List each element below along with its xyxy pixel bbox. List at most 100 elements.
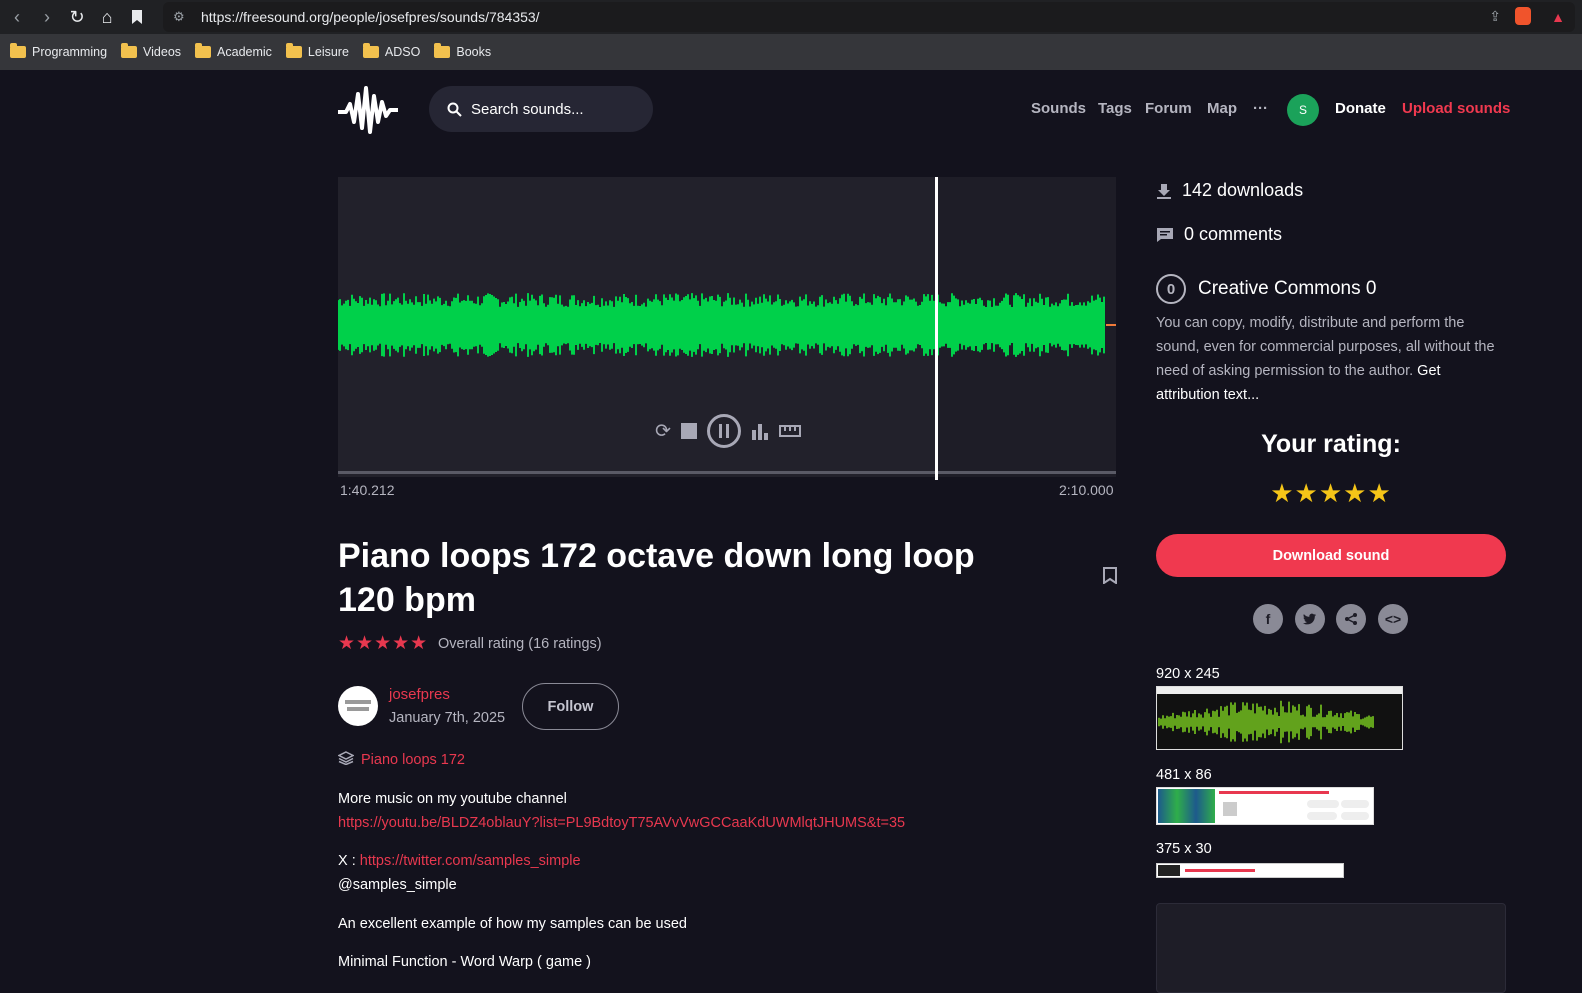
back-icon[interactable]: ‹ — [4, 4, 30, 30]
browser-toolbar: ‹ › ↻ ⌂ ⚙ https://freesound.org/people/j… — [0, 0, 1582, 34]
bookmark-sound-icon[interactable] — [1103, 567, 1117, 584]
youtube-link[interactable]: https://youtu.be/BLDZ4oblauY?list=PL9Bdt… — [338, 815, 905, 831]
folder-icon — [434, 43, 451, 58]
sidebar-panel — [1156, 903, 1506, 993]
site-info-icon[interactable]: ⚙ — [173, 9, 185, 25]
bookmark-folder[interactable]: Books — [434, 43, 491, 59]
folder-icon — [362, 43, 379, 58]
search-icon — [447, 102, 462, 117]
download-icon — [1157, 183, 1171, 199]
overall-rating-text: Overall rating (16 ratings) — [438, 636, 602, 652]
sound-title: Piano loops 172 octave down long loop 12… — [338, 537, 975, 619]
playhead[interactable] — [935, 177, 938, 480]
spectrogram-icon[interactable] — [751, 422, 769, 440]
description-line: Minimal Function - Word Warp ( game ) — [338, 954, 592, 970]
upload-sounds-link[interactable]: Upload sounds — [1402, 100, 1510, 117]
license-title: Creative Commons 0 — [1198, 278, 1377, 299]
url-bar[interactable]: ⚙ https://freesound.org/people/josefpres… — [163, 2, 1575, 32]
nav-sounds[interactable]: Sounds — [1031, 100, 1086, 117]
current-time: 1:40.212 — [340, 482, 395, 498]
description-line: An excellent example of how my samples c… — [338, 916, 687, 932]
your-rating-stars[interactable]: ★★★★★ — [1156, 478, 1506, 509]
cc0-icon: 0 — [1156, 274, 1186, 304]
pause-button[interactable] — [706, 414, 741, 448]
nav-tags[interactable]: Tags — [1098, 100, 1132, 117]
embed-preview-avatar — [1223, 802, 1237, 816]
comment-icon — [1157, 227, 1173, 242]
bookmark-folder[interactable]: ADSO — [362, 43, 420, 59]
folder-icon — [10, 43, 26, 58]
brave-shield-icon[interactable] — [1515, 7, 1531, 25]
author-avatar-logo — [345, 700, 371, 711]
bookmark-page-icon[interactable] — [124, 4, 150, 30]
reload-icon[interactable]: ↻ — [64, 4, 90, 30]
share-icon[interactable] — [1336, 604, 1366, 634]
home-icon[interactable]: ⌂ — [94, 4, 120, 30]
comments-stat: 0 comments — [1156, 224, 1282, 245]
brave-rewards-icon[interactable]: ▲ — [1551, 9, 1565, 25]
share-page-icon[interactable]: ⇪ — [1489, 8, 1501, 25]
bookmark-folder[interactable]: Videos — [121, 43, 181, 59]
twitter-link[interactable]: https://twitter.com/samples_simple — [360, 853, 581, 869]
folder-icon — [195, 43, 212, 58]
pause-icon — [718, 424, 729, 438]
ruler-icon[interactable] — [778, 424, 801, 438]
embed-size-label: 375 x 30 — [1156, 841, 1212, 857]
embed-preview-medium[interactable] — [1156, 787, 1374, 825]
forward-icon[interactable]: › — [34, 4, 60, 30]
url-text: https://freesound.org/people/josefpres/s… — [201, 9, 540, 25]
bookmark-folder[interactable]: Leisure — [285, 43, 349, 59]
search-placeholder: Search sounds... — [471, 100, 584, 118]
download-sound-button[interactable]: Download sound — [1156, 534, 1506, 577]
description-line: @samples_simple — [338, 877, 457, 893]
pack-link[interactable]: Piano loops 172 — [361, 752, 465, 768]
embed-preview-title — [1219, 791, 1329, 794]
overall-rating-stars: ★★★★★ — [338, 633, 429, 654]
search-input[interactable]: Search sounds... — [429, 86, 653, 132]
progress-bar[interactable] — [338, 471, 1116, 474]
bookmark-folder[interactable]: Programming — [10, 43, 107, 59]
folder-icon — [285, 43, 302, 58]
embed-preview-title — [1185, 869, 1255, 872]
your-rating-heading: Your rating: — [1261, 430, 1401, 458]
user-avatar[interactable]: S — [1287, 94, 1319, 126]
embed-preview-tag — [1341, 800, 1369, 808]
embed-preview-header — [1157, 687, 1402, 694]
player-controls: ⟳ — [655, 414, 801, 448]
bookmarks-bar: Programming Videos Academic Leisure ADSO… — [0, 34, 1582, 70]
stop-icon[interactable] — [680, 423, 697, 439]
embed-size-label: 481 x 86 — [1156, 767, 1212, 783]
description-line: More music on my youtube channel — [338, 791, 567, 807]
embed-preview-thumbnail — [1158, 789, 1215, 823]
loop-icon[interactable]: ⟳ — [655, 420, 671, 443]
author-username[interactable]: josefpres — [389, 686, 450, 703]
facebook-icon[interactable]: f — [1253, 604, 1283, 634]
freesound-logo-icon[interactable] — [338, 82, 398, 138]
embed-preview-tag — [1307, 800, 1339, 808]
upload-date: January 7th, 2025 — [389, 710, 506, 726]
donate-link[interactable]: Donate — [1335, 100, 1386, 117]
freesound-page: Search sounds... Sounds Tags Forum Map ·… — [0, 70, 1582, 993]
share-glyph — [1345, 613, 1357, 625]
embed-preview-small[interactable] — [1156, 863, 1344, 878]
bookmark-folder[interactable]: Academic — [195, 43, 272, 59]
total-time: 2:10.000 — [1059, 482, 1114, 498]
embed-waveform — [1158, 700, 1374, 744]
embed-preview-large[interactable] — [1156, 686, 1403, 750]
embed-code-icon[interactable]: <> — [1378, 604, 1408, 634]
embed-size-label: 920 x 245 — [1156, 666, 1220, 682]
author-avatar[interactable] — [338, 686, 378, 726]
embed-preview-tag — [1307, 812, 1337, 820]
folder-icon — [121, 43, 138, 58]
follow-button[interactable]: Follow — [522, 683, 619, 730]
twitter-icon[interactable] — [1295, 604, 1325, 634]
twitter-bird-glyph — [1303, 613, 1316, 625]
license-description: You can copy, modify, distribute and per… — [1156, 315, 1495, 403]
more-menu-icon[interactable]: ··· — [1253, 100, 1268, 117]
nav-forum[interactable]: Forum — [1145, 100, 1192, 117]
embed-preview-tag — [1341, 812, 1369, 820]
description-line: X : https://twitter.com/samples_simple — [338, 853, 581, 869]
embed-preview-play — [1158, 865, 1180, 876]
nav-map[interactable]: Map — [1207, 100, 1237, 117]
pack-icon — [338, 751, 354, 765]
